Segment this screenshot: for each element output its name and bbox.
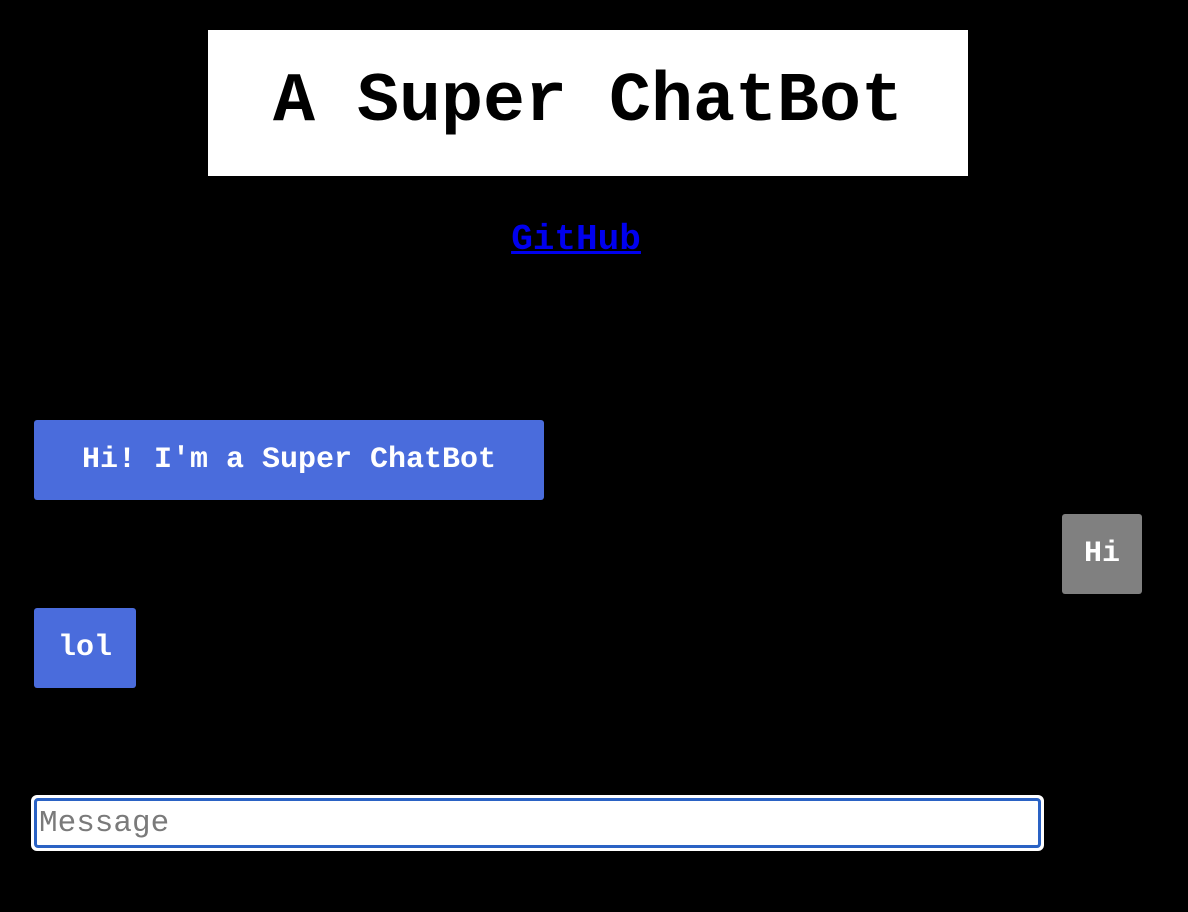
bot-message-bubble: Hi! I'm a Super ChatBot: [34, 420, 544, 500]
github-link[interactable]: GitHub: [511, 219, 641, 260]
message-text: Hi: [1083, 537, 1120, 571]
chat-page: A Super ChatBot GitHub Hi! I'm a Super C…: [0, 0, 1188, 912]
github-link-row: GitHub: [0, 220, 1152, 260]
message-input-wrapper: [31, 795, 1044, 851]
message-text: lol: [57, 631, 112, 665]
message-input[interactable]: [34, 798, 1041, 848]
page-title: A Super ChatBot: [272, 63, 904, 142]
user-message-bubble: Hi: [1062, 514, 1142, 594]
title-banner: A Super ChatBot: [208, 30, 968, 176]
message-text: Hi! I'm a Super ChatBot: [81, 443, 497, 477]
bot-message-bubble: lol: [34, 608, 136, 688]
